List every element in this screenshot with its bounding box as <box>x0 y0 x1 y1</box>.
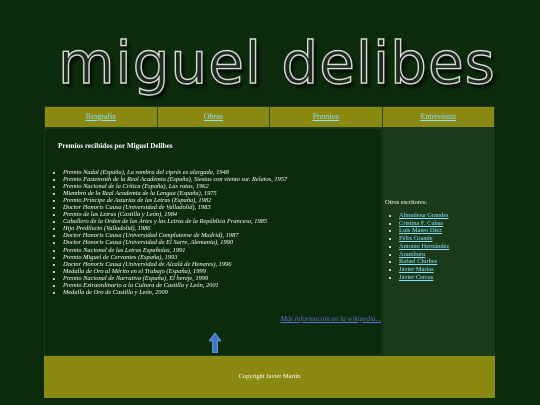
writer-link[interactable]: Aramburu <box>399 251 425 258</box>
footer: Copyright Javier Martín <box>44 356 495 398</box>
up-arrow-icon[interactable] <box>209 333 221 353</box>
list-item: Cristina F. Cubas <box>399 220 449 228</box>
list-item: Premio Nadal (España), La sombra del cip… <box>63 169 383 176</box>
list-item: Premio Nacional de las Letras Españolas,… <box>63 247 383 254</box>
nav-premios-link[interactable]: Premios <box>270 107 383 127</box>
writer-link[interactable]: Antonio Hernández <box>399 243 449 250</box>
list-item: Premio Príncipe de Asturias de las Letra… <box>63 197 383 204</box>
list-item: Almudena Grandes <box>399 212 449 220</box>
writer-link[interactable]: Félix Grande <box>399 235 433 242</box>
list-item: Premio Fastenrath de la Real Academia (E… <box>63 176 383 183</box>
sidebar-label: Otros escritores: <box>385 199 428 206</box>
list-item: Doctor Honoris Causa (Universidad Complu… <box>63 232 383 239</box>
list-item: Medalla de Oro de Castilla y León, 2009 <box>63 289 383 296</box>
nav-obras-link[interactable]: Obras <box>158 107 270 127</box>
list-item: Premio Nacional de Narrativa (España), E… <box>63 275 383 282</box>
list-item: Doctor Honoris Causa (Universidad de El … <box>63 239 383 246</box>
site-title: miguel delibes <box>57 28 496 97</box>
list-item: Javier Marías <box>399 266 449 274</box>
awards-list: Premio Nadal (España), La sombra del cip… <box>53 169 383 296</box>
list-item: Caballero de la Orden de las Artes y las… <box>63 218 383 225</box>
list-item: Premio Nacional de la Crítica (España), … <box>63 183 383 190</box>
writers-list: Almudena Grandes Cristina F. Cubas Luis … <box>389 212 449 281</box>
sidebar: Otros escritores: Almudena Grandes Crist… <box>383 128 495 356</box>
list-item: Premio de las Letras (Castilla y León), … <box>63 211 383 218</box>
nav-entrevistas-link[interactable]: Entrevistas <box>383 107 495 127</box>
list-item: Premio Miguel de Cervantes (España), 199… <box>63 254 383 261</box>
nav-biografia-link[interactable]: Biografía <box>45 107 158 127</box>
list-item: Doctor Honoris Causa (Universidad de Val… <box>63 204 383 211</box>
list-item: Javier Cercas <box>399 274 449 282</box>
list-item: Hijo Predilecto (Valladolid), 1986 <box>63 225 383 232</box>
wikipedia-link[interactable]: Más información en la wikipedia... <box>281 315 381 323</box>
nav-bar: Biografía Obras Premios Entrevistas <box>44 106 495 128</box>
copyright-text: Copyright Javier Martín <box>238 373 301 380</box>
writer-link[interactable]: Luis Mateo Díez <box>399 227 442 234</box>
writer-link[interactable]: Javier Marías <box>399 266 434 273</box>
list-item: Aramburu <box>399 251 449 259</box>
main-content: Premios recibidos por Miguel Delibes Pre… <box>44 128 382 356</box>
list-item: Medalla de Oro al Mérito en el Trabajo (… <box>63 268 383 275</box>
writer-link[interactable]: Rafael Chirbes <box>399 258 437 265</box>
list-item: Luis Mateo Díez <box>399 227 449 235</box>
list-item: Antonio Hernández <box>399 243 449 251</box>
list-item: Doctor Honoris Causa (Universidad de Alc… <box>63 261 383 268</box>
writer-link[interactable]: Cristina F. Cubas <box>399 220 443 227</box>
header-banner: miguel delibes <box>0 0 540 106</box>
list-item: Premio Extraordinario a la Cultura de Ca… <box>63 282 383 289</box>
writer-link[interactable]: Almudena Grandes <box>399 212 449 219</box>
writer-link[interactable]: Javier Cercas <box>399 274 433 281</box>
page-title: Premios recibidos por Miguel Delibes <box>58 142 173 150</box>
list-item: Rafael Chirbes <box>399 258 449 266</box>
list-item: Miembro de la Real Academia de la Lengua… <box>63 190 383 197</box>
list-item: Félix Grande <box>399 235 449 243</box>
